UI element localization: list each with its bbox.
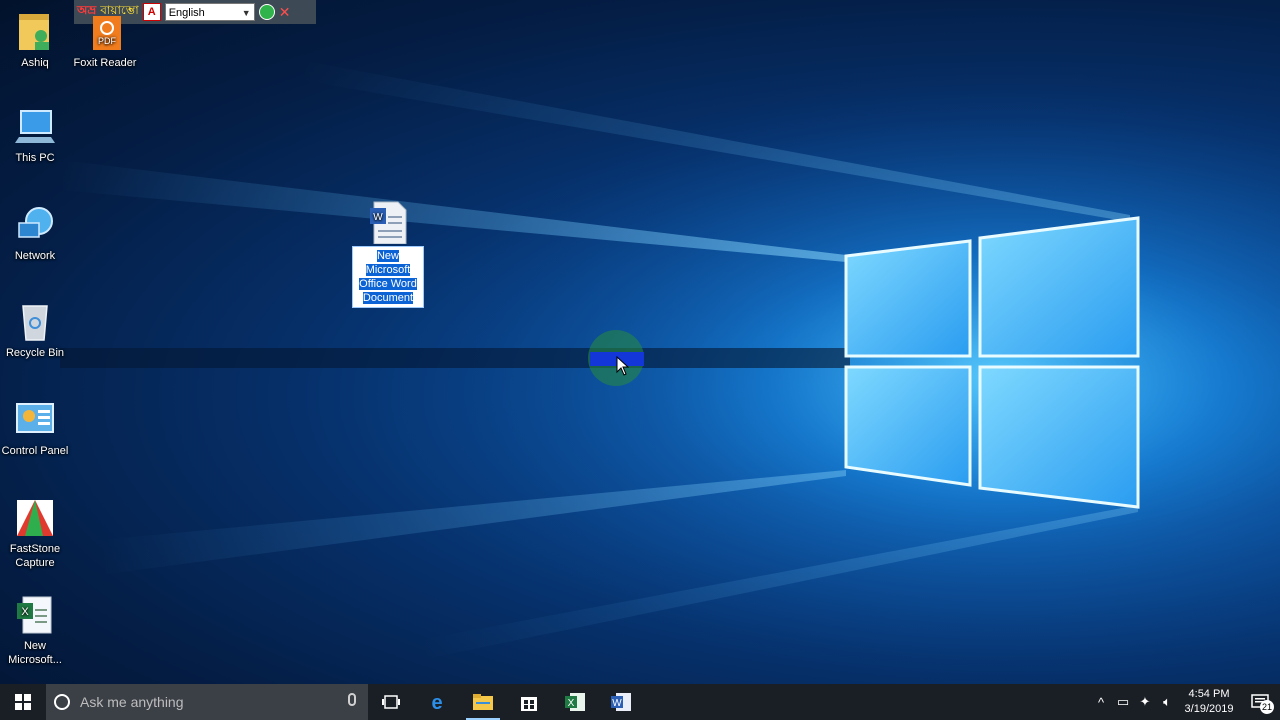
options-icon[interactable] xyxy=(258,4,275,20)
clock-date: 3/19/2019 xyxy=(1184,703,1234,715)
faststone-icon xyxy=(13,496,57,540)
volume-icon[interactable]: 🔈︎ xyxy=(1156,694,1178,710)
microphone-icon[interactable] xyxy=(348,693,356,706)
chevron-up-icon[interactable]: ^ xyxy=(1090,695,1112,710)
cortana-search-box[interactable] xyxy=(46,684,368,720)
desktop-wallpaper xyxy=(0,0,1280,684)
word-icon: W xyxy=(611,693,631,711)
desktop-icon-control-panel[interactable]: Control Panel xyxy=(0,398,70,458)
excel-icon: X xyxy=(565,693,585,711)
taskbar-store[interactable] xyxy=(506,684,552,720)
file-name-line: Office Word xyxy=(359,278,417,290)
network-icon xyxy=(13,203,57,247)
desktop-icon-network[interactable]: Network xyxy=(0,203,70,263)
desktop-icon-label: Recycle Bin xyxy=(5,347,65,359)
action-center-button[interactable]: 21 xyxy=(1240,684,1280,720)
chevron-down-icon: ▼ xyxy=(241,8,251,18)
svg-text:PDF: PDF xyxy=(98,36,117,46)
desktop-icon-foxit-reader[interactable]: PDF Foxit Reader xyxy=(70,10,140,70)
mouse-pointer-icon xyxy=(616,356,630,376)
taskbar-word[interactable]: W xyxy=(598,684,644,720)
svg-text:W: W xyxy=(373,212,383,223)
file-name-line: New xyxy=(376,250,399,262)
desktop-icon-label: This PC xyxy=(15,152,55,164)
taskbar: e X W ^ ▭ ✦ 🔈︎ 4:54 PM 3/19/2019 21 xyxy=(0,684,1280,720)
wifi-icon[interactable]: ✦ xyxy=(1134,694,1156,710)
power-plug-icon[interactable]: ▭ xyxy=(1112,694,1134,710)
file-name-edit[interactable]: New Microsoft Office Word Document xyxy=(352,246,424,308)
store-icon xyxy=(521,697,537,711)
keyboard-layout-select[interactable]: English ▼ xyxy=(164,3,255,21)
task-view-icon xyxy=(382,695,400,709)
foxit-pdf-icon: PDF xyxy=(83,10,127,54)
search-input[interactable] xyxy=(78,693,332,711)
keyboard-layout-value: English xyxy=(168,7,205,19)
clock-time: 4:54 PM xyxy=(1188,688,1230,700)
desktop-icon-new-microsoft[interactable]: X New Microsoft... xyxy=(0,593,70,667)
file-name-line: Microsoft xyxy=(365,264,411,276)
taskbar-excel[interactable]: X xyxy=(552,684,598,720)
taskbar-file-explorer[interactable] xyxy=(460,684,506,720)
desktop-icon-label: Network xyxy=(14,250,56,262)
svg-text:W: W xyxy=(612,698,622,709)
control-panel-icon xyxy=(13,398,57,442)
desktop-file-word-document[interactable]: W New Microsoft Office Word Document xyxy=(352,200,424,308)
clock[interactable]: 4:54 PM 3/19/2019 xyxy=(1178,687,1240,717)
file-name-line: Document xyxy=(362,292,414,304)
excel-file-icon: X xyxy=(13,593,57,637)
close-icon[interactable]: ✕ xyxy=(279,4,291,21)
pdf-icon[interactable]: A xyxy=(142,3,161,21)
computer-icon xyxy=(13,105,57,149)
desktop-icon-label: FastStone Capture xyxy=(9,543,61,569)
desktop-icon-label: Foxit Reader xyxy=(73,57,137,69)
recycle-bin-icon xyxy=(13,300,57,344)
svg-text:X: X xyxy=(568,698,575,709)
task-view-button[interactable] xyxy=(368,684,414,720)
windows-logo-icon xyxy=(15,694,31,710)
start-button[interactable] xyxy=(0,684,46,720)
svg-text:e: e xyxy=(431,692,442,712)
desktop-icon-recycle-bin[interactable]: Recycle Bin xyxy=(0,300,70,360)
desktop-icon-ashiq[interactable]: Ashiq xyxy=(0,10,70,70)
system-tray: ^ ▭ ✦ 🔈︎ 4:54 PM 3/19/2019 21 xyxy=(1090,684,1280,720)
svg-text:X: X xyxy=(21,606,29,618)
desktop-icon-this-pc[interactable]: This PC xyxy=(0,105,70,165)
word-document-icon: W xyxy=(366,200,410,245)
folder-icon xyxy=(473,694,493,710)
taskbar-edge[interactable]: e xyxy=(414,684,460,720)
user-folder-icon xyxy=(13,10,57,54)
desktop-icon-label: New Microsoft... xyxy=(8,640,62,666)
notification-count-badge: 21 xyxy=(1260,700,1274,714)
cortana-icon xyxy=(54,694,70,710)
desktop-icon-label: Control Panel xyxy=(1,445,69,457)
edge-icon: e xyxy=(431,692,442,712)
desktop-icon-faststone-capture[interactable]: FastStone Capture xyxy=(0,496,70,570)
desktop-icon-label: Ashiq xyxy=(21,57,49,69)
